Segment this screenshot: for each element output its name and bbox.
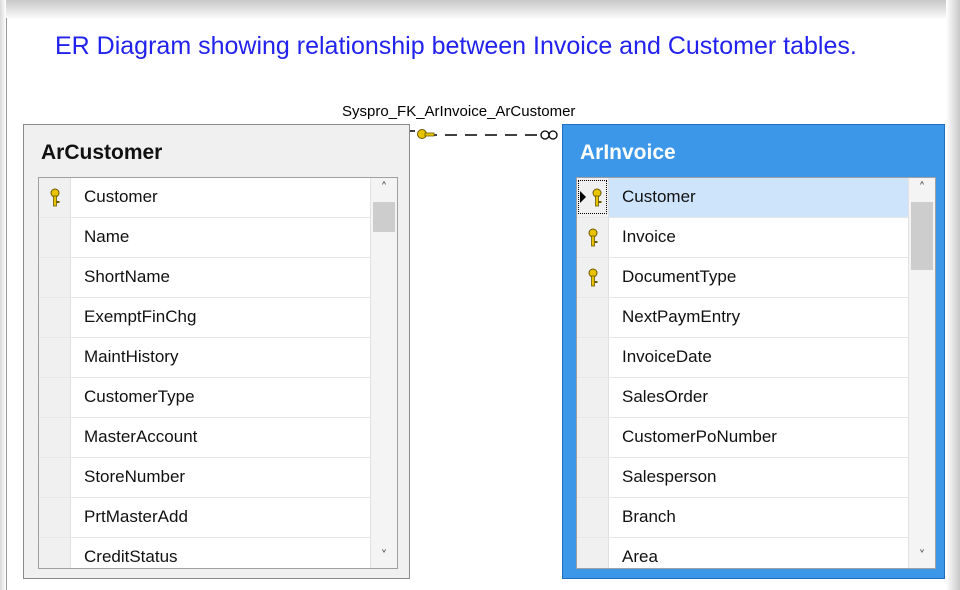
row-selector[interactable] [39,178,71,217]
column-name: CustomerPoNumber [622,427,777,446]
table-row[interactable]: CustomerType [39,378,370,418]
column-name: Invoice [622,227,676,246]
table-row[interactable]: ShortName [39,258,370,298]
row-selector[interactable] [577,458,609,497]
row-selector[interactable] [39,338,71,377]
column-name: SalesOrder [622,387,708,406]
chevron-up-icon[interactable]: ˄ [909,178,935,200]
row-selector[interactable] [577,298,609,337]
key-icon [588,268,598,287]
table-row[interactable]: Salesperson [577,458,908,498]
row-selector[interactable] [39,258,71,297]
table-arcustomer[interactable]: ArCustomer Customer Name ShortName Exemp… [23,124,410,579]
diagram-title: ER Diagram showing relationship between … [55,32,857,60]
table-row[interactable]: StoreNumber [39,458,370,498]
chevron-down-icon[interactable]: ˅ [909,546,935,568]
row-pointer-icon [580,191,586,203]
column-name: StoreNumber [84,467,186,486]
frame-border [6,18,7,590]
table-row[interactable]: MasterAccount [39,418,370,458]
table-row[interactable]: Branch [577,498,908,538]
table-row[interactable]: Invoice [577,218,908,258]
column-name: Customer [622,187,696,206]
table-row[interactable]: CreditStatus [39,538,370,568]
column-name: Branch [622,507,676,526]
row-selector[interactable] [577,418,609,457]
key-icon [592,188,602,207]
relationship-label[interactable]: Syspro_FK_ArInvoice_ArCustomer [342,103,575,120]
column-name: CreditStatus [84,547,178,566]
column-name: Name [84,227,130,246]
row-selector[interactable] [577,218,609,257]
row-selector[interactable] [39,458,71,497]
table-row[interactable]: ExemptFinChg [39,298,370,338]
column-name: PrtMasterAdd [84,507,188,526]
column-name: MaintHistory [84,347,179,366]
table-row[interactable]: DocumentType [577,258,908,298]
row-selector[interactable] [577,178,609,217]
row-selector[interactable] [577,338,609,377]
vertical-scrollbar[interactable]: ˄ ˅ [370,178,397,568]
table-row[interactable]: Customer [39,178,370,218]
table-title: ArInvoice [580,141,676,164]
column-name: ExemptFinChg [84,307,197,326]
column-name: InvoiceDate [622,347,712,366]
row-selector[interactable] [577,258,609,297]
frame-shadow-top [0,0,960,20]
table-row[interactable]: Area [577,538,908,568]
frame-shadow-right [946,0,960,590]
table-row[interactable]: PrtMasterAdd [39,498,370,538]
infinity-icon [540,130,558,140]
table-row[interactable]: SalesOrder [577,378,908,418]
row-selector[interactable] [577,538,609,568]
vertical-scrollbar[interactable]: ˄ ˅ [908,178,935,568]
table-row[interactable]: Name [39,218,370,258]
table-row[interactable]: MaintHistory [39,338,370,378]
row-selector[interactable] [39,298,71,337]
column-name: Area [622,547,658,566]
table-title: ArCustomer [41,141,163,164]
table-row[interactable]: CustomerPoNumber [577,418,908,458]
column-name: MasterAccount [84,427,198,446]
scrollbar-thumb[interactable] [911,202,933,270]
relationship-connector[interactable] [405,126,565,144]
chevron-down-icon[interactable]: ˅ [371,546,397,568]
table-arinvoice[interactable]: ArInvoice Customer Invoice DocumentType … [562,124,945,579]
column-name: DocumentType [622,267,737,286]
column-list[interactable]: Customer Name ShortName ExemptFinChg Mai… [38,177,398,569]
row-selector[interactable] [39,218,71,257]
key-icon [588,228,598,247]
table-row[interactable]: InvoiceDate [577,338,908,378]
row-selector[interactable] [39,378,71,417]
row-selector[interactable] [39,538,71,568]
chevron-up-icon[interactable]: ˄ [371,178,397,200]
key-icon [417,129,435,139]
scrollbar-thumb[interactable] [373,202,395,232]
row-selector[interactable] [39,498,71,537]
column-name: Customer [84,187,158,206]
column-name: ShortName [84,267,170,286]
row-selector[interactable] [39,418,71,457]
column-name: CustomerType [84,387,195,406]
row-selector[interactable] [577,498,609,537]
key-icon [50,188,60,207]
table-row[interactable]: Customer [577,178,908,218]
row-selector[interactable] [577,378,609,417]
table-row[interactable]: NextPaymEntry [577,298,908,338]
column-name: Salesperson [622,467,717,486]
column-list[interactable]: Customer Invoice DocumentType NextPaymEn… [576,177,936,569]
column-name: NextPaymEntry [622,307,741,326]
